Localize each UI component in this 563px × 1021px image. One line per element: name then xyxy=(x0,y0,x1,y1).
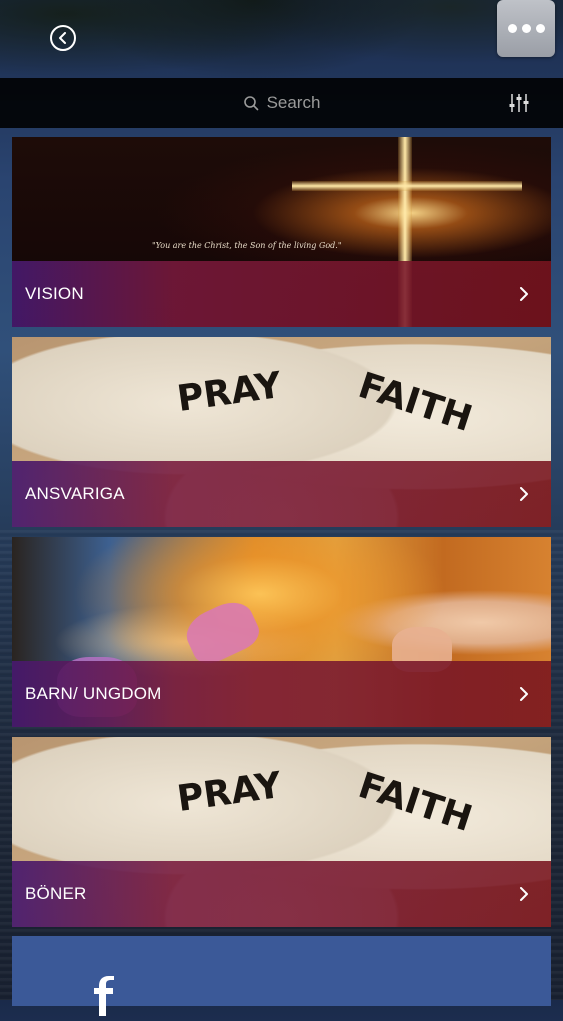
tile-barn-ungdom[interactable]: BARN/ UNGDOM xyxy=(12,537,551,727)
tile-label: VISION xyxy=(25,284,84,303)
tile-ansvariga[interactable]: PRAY FAITH ANSVARIGA xyxy=(12,337,551,527)
search-field[interactable]: Search xyxy=(243,93,321,113)
stone-word-pray: PRAY xyxy=(174,764,284,821)
chevron-right-icon xyxy=(520,687,528,701)
more-button[interactable] xyxy=(497,0,555,57)
search-bar[interactable]: Search xyxy=(0,78,563,128)
chevron-right-icon xyxy=(520,887,528,901)
tile-label: BÖNER xyxy=(25,884,87,903)
tile-label: BARN/ UNGDOM xyxy=(25,684,162,703)
tile-bar[interactable]: BÖNER xyxy=(12,861,551,927)
ellipsis-icon xyxy=(507,24,517,33)
tile-label: ANSVARIGA xyxy=(25,484,125,503)
chevron-left-icon xyxy=(59,32,66,44)
stone-word-pray: PRAY xyxy=(174,364,284,421)
search-icon xyxy=(243,96,258,111)
chevron-right-icon xyxy=(520,487,528,501)
chevron-right-icon xyxy=(520,287,528,301)
tile-bar[interactable]: BARN/ UNGDOM xyxy=(12,661,551,727)
vision-quote: "You are the Christ, the Son of the livi… xyxy=(152,241,342,250)
tile-bar[interactable]: VISION xyxy=(12,261,551,327)
search-placeholder: Search xyxy=(266,93,321,112)
tile-facebook[interactable] xyxy=(12,936,551,1016)
tile-vision[interactable]: "You are the Christ, the Son of the livi… xyxy=(12,137,551,327)
stone-word-faith: FAITH xyxy=(353,365,477,440)
tile-boner[interactable]: PRAY FAITH BÖNER xyxy=(12,737,551,927)
facebook-icon xyxy=(84,976,124,1016)
tile-bar[interactable]: ANSVARIGA xyxy=(12,461,551,527)
back-button[interactable] xyxy=(50,25,76,51)
stone-word-faith: FAITH xyxy=(353,765,477,840)
sliders-icon[interactable] xyxy=(507,91,531,115)
